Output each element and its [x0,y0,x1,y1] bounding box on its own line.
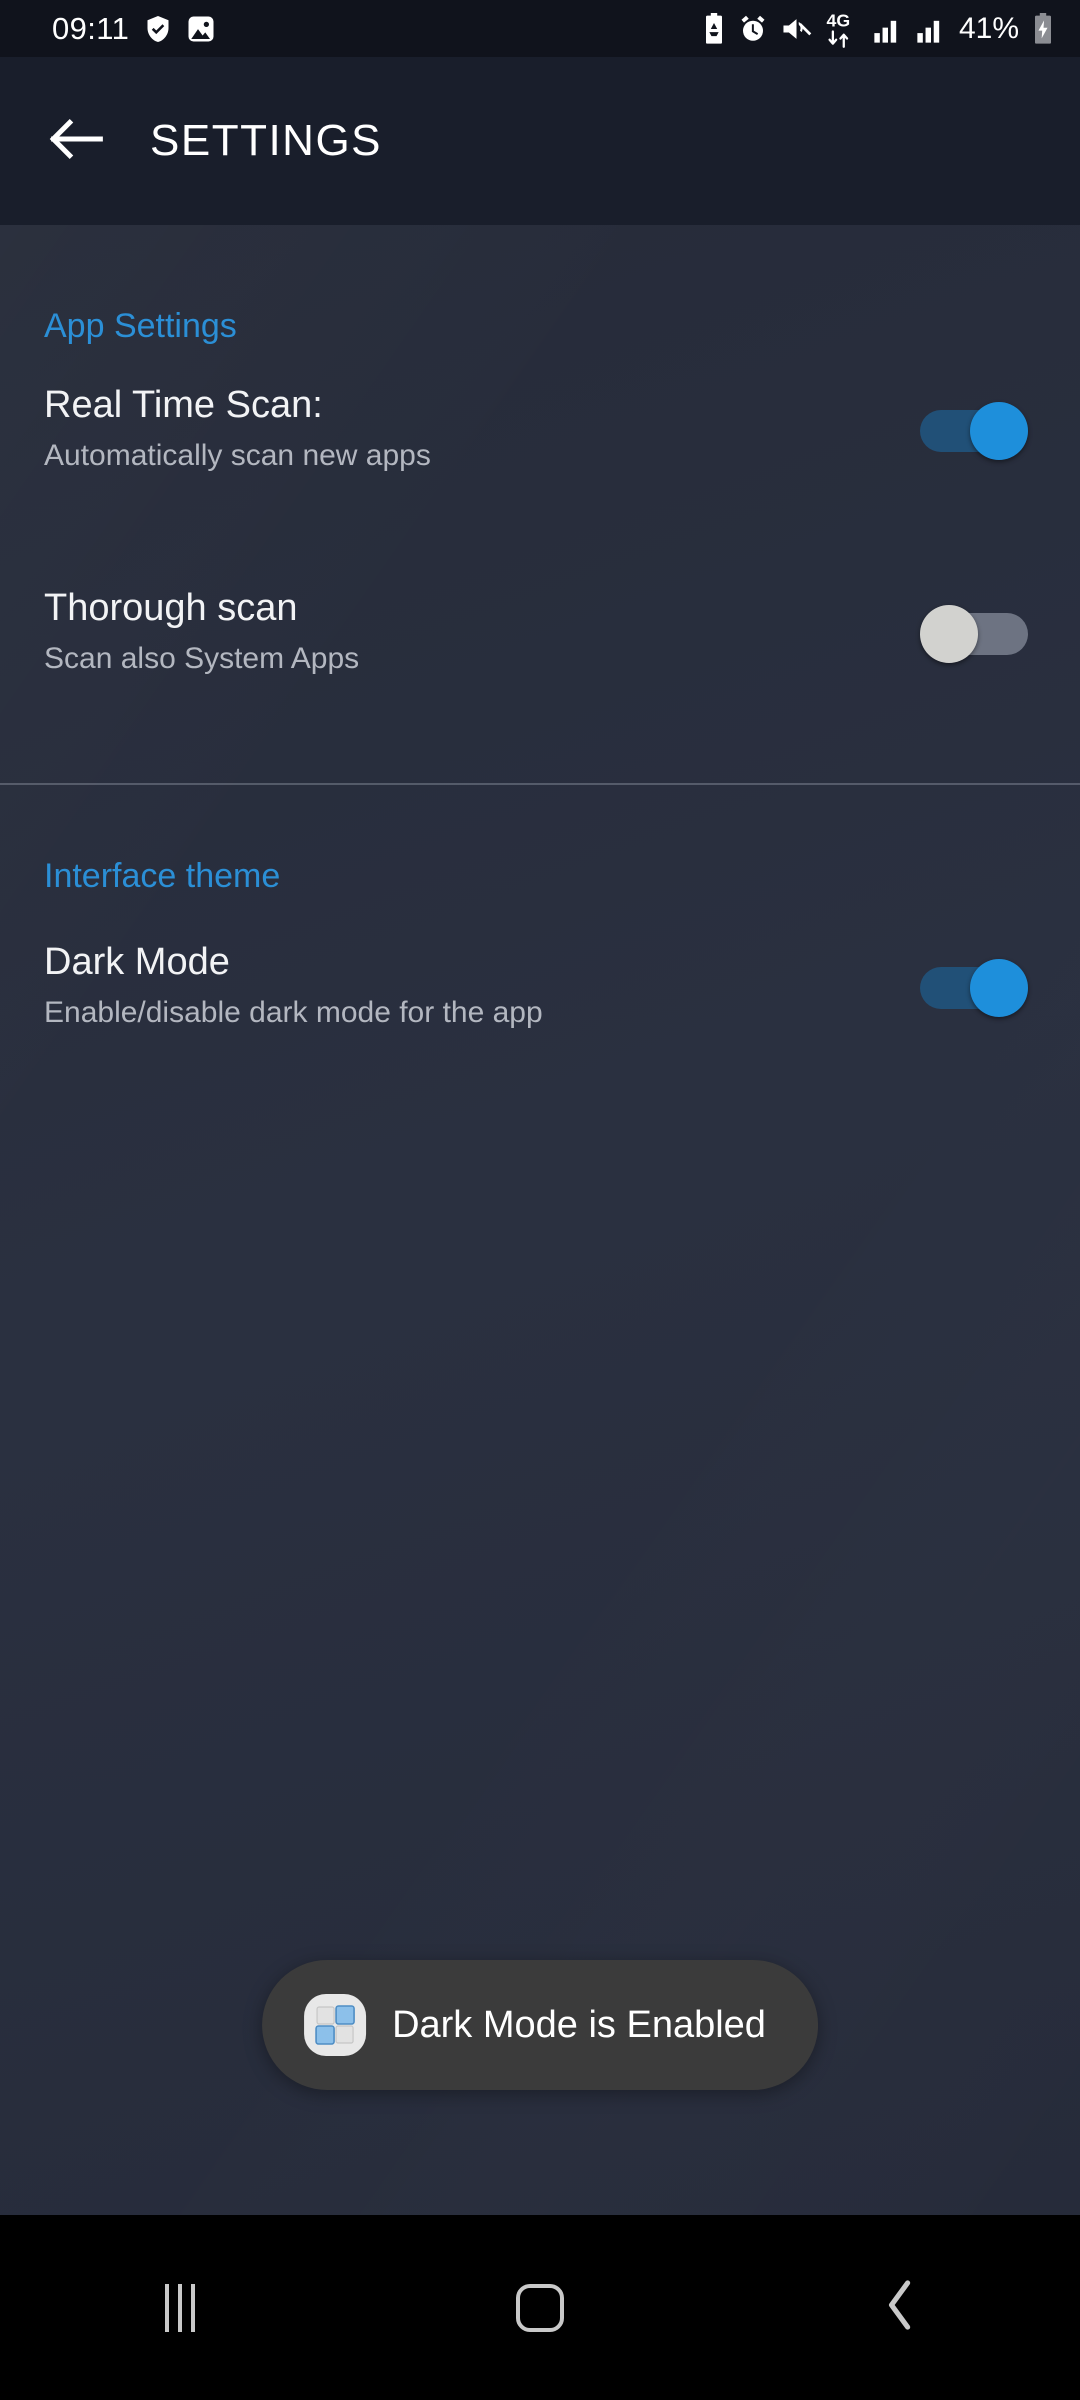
battery-saver-icon [703,12,725,45]
nav-home-button[interactable] [360,2215,720,2400]
app-toolbar: SETTINGS [0,57,1080,225]
setting-row-dark-mode[interactable]: Dark Mode Enable/disable dark mode for t… [0,937,1080,1067]
toggle-thumb [920,605,978,663]
toggle-dark-mode[interactable] [920,959,1028,1017]
toggle-thumb [970,402,1028,460]
home-icon [516,2283,564,2332]
arrow-left-icon [48,116,106,167]
svg-text:4G: 4G [826,10,850,30]
section-header-app-settings: App Settings [44,307,237,345]
photo-icon [187,14,215,44]
setting-title: Real Time Scan: [44,384,323,426]
status-bar-left: 09:11 [52,11,215,47]
settings-content: App Settings Real Time Scan: Automatical… [0,225,1080,2215]
section-header-interface-theme: Interface theme [44,857,281,895]
setting-title: Thorough scan [44,587,298,629]
page-title: SETTINGS [150,116,383,165]
signal-bars-sim1-icon [873,14,903,44]
toast-notification: Dark Mode is Enabled [262,1960,818,2090]
setting-text-block: Thorough scan Scan also System Apps [44,583,920,681]
setting-subtitle: Automatically scan new apps [44,439,431,472]
recents-icon [165,2283,195,2332]
mute-icon [781,14,813,44]
shield-check-icon [143,14,173,44]
4g-data-icon: 4G [826,10,860,48]
toggle-thumb [970,959,1028,1017]
status-bar-clock: 09:11 [52,10,130,46]
battery-percent-label: 41% [958,11,1019,45]
phone-screen: 09:11 4G 41% SETTINGS App Settings Real … [0,0,1080,2400]
setting-row-real-time-scan[interactable]: Real Time Scan: Automatically scan new a… [0,380,1080,510]
alarm-icon [738,14,768,44]
toast-message: Dark Mode is Enabled [392,2003,766,2046]
nav-recents-button[interactable] [0,2215,360,2400]
section-divider [0,783,1080,785]
status-bar-right: 4G 41% [703,10,1054,48]
toggle-thorough-scan[interactable] [920,605,1028,663]
nav-back-button[interactable] [720,2215,1080,2400]
setting-subtitle: Enable/disable dark mode for the app [44,996,543,1029]
back-button[interactable] [22,86,132,196]
back-icon [883,2279,917,2336]
status-bar: 09:11 4G 41% [0,0,1080,57]
setting-row-thorough-scan[interactable]: Thorough scan Scan also System Apps [0,583,1080,713]
setting-text-block: Real Time Scan: Automatically scan new a… [44,380,920,478]
toggle-real-time-scan[interactable] [920,402,1028,460]
app-grid-icon [304,1994,367,2056]
battery-charging-icon [1032,12,1054,45]
signal-bars-sim2-icon [916,14,946,44]
setting-subtitle: Scan also System Apps [44,642,360,675]
setting-text-block: Dark Mode Enable/disable dark mode for t… [44,937,920,1035]
system-navigation-bar [0,2215,1080,2400]
setting-title: Dark Mode [44,941,230,983]
